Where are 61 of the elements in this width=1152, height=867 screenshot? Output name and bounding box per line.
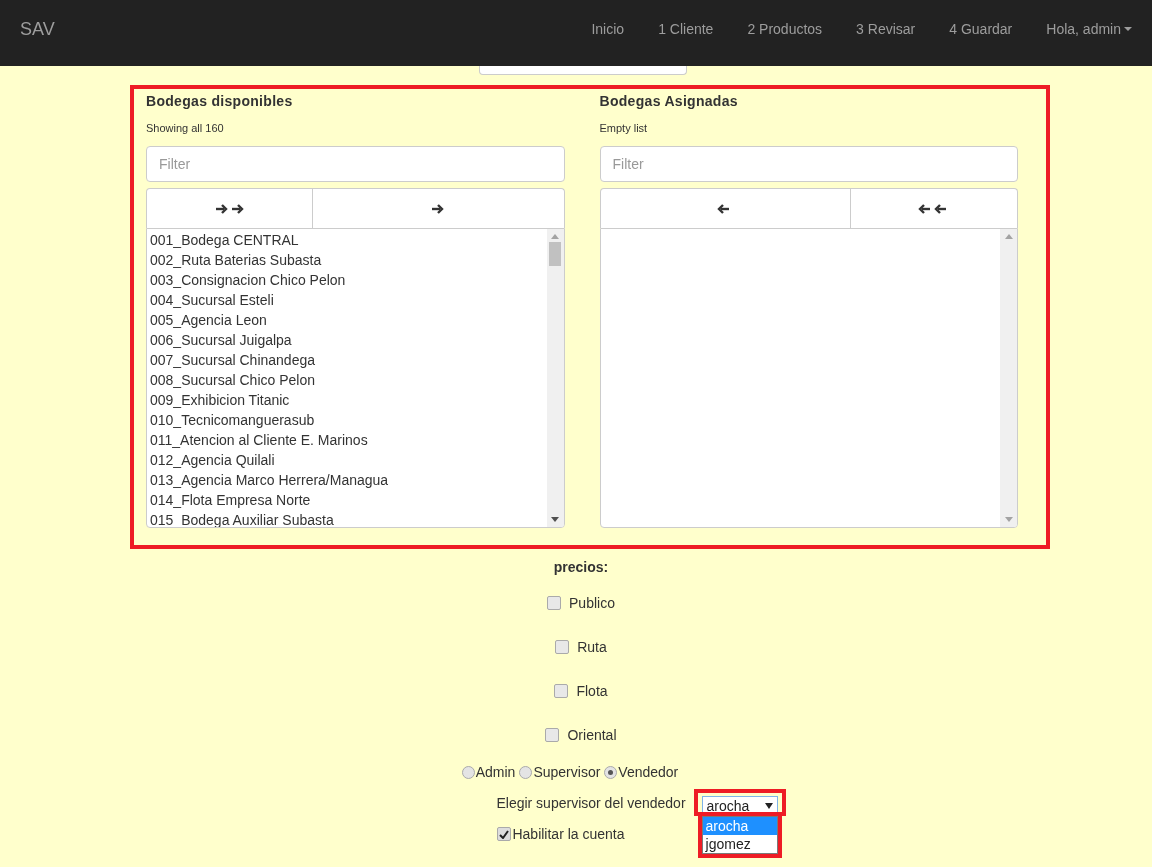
nav-link[interactable]: Inicio (574, 21, 642, 37)
scrollbar-thumb[interactable] (549, 242, 561, 266)
checkbox-label: Oriental (567, 727, 617, 743)
section-title: precios: (553, 559, 609, 577)
scrollbar[interactable] (546, 229, 564, 527)
panel-title: Bodegas Asignadas (599, 93, 739, 111)
checkbox-label: Publico (569, 595, 615, 611)
checkbox-label: Habilitar la cuenta (512, 826, 625, 842)
checkbox[interactable] (554, 684, 569, 698)
nav-link[interactable]: 4 Guardar (932, 21, 1030, 37)
nav-link[interactable]: 2 Productos (730, 21, 840, 37)
radio-label: Supervisor (533, 764, 601, 780)
list-item[interactable]: 002_Ruta Baterias Subasta (150, 250, 544, 270)
double-right-arrow-icon (213, 202, 246, 215)
list-item[interactable]: 013_Agencia Marco Herrera/Managua (150, 470, 544, 490)
radio-label: Admin (475, 764, 516, 780)
scroll-up-arrow-icon[interactable] (1004, 234, 1013, 239)
input-field[interactable] (479, 66, 687, 75)
double-right-arrow-button[interactable] (146, 188, 313, 228)
nav-link[interactable]: 3 Revisar (839, 21, 933, 37)
checkbox-label: Ruta (577, 639, 607, 655)
list-item[interactable]: 009_Exhibicion Titanic (150, 390, 544, 410)
list-item[interactable]: 008_Sucursal Chico Pelon (150, 370, 544, 390)
left-arrow-button[interactable] (599, 188, 851, 228)
radio-button[interactable] (604, 765, 618, 779)
dropdown-option[interactable]: jgomez (702, 835, 777, 853)
list-item[interactable]: 003_Consignacion Chico Pelon (150, 270, 544, 290)
list-status: Empty list (599, 122, 649, 136)
list-item[interactable]: 015_Bodega Auxiliar Subasta (150, 510, 544, 527)
radio-button[interactable] (519, 765, 533, 779)
list-item[interactable]: 010_Tecnicomanguerasub (150, 410, 544, 430)
radio-label: Vendedor (618, 764, 679, 780)
field-label: Elegir supervisor del vendedor (496, 794, 686, 811)
scroll-down-arrow-icon[interactable] (551, 517, 559, 522)
checkbox[interactable] (497, 827, 512, 841)
scrollbar[interactable] (1000, 229, 1017, 527)
nav-link[interactable]: 1 Cliente (641, 21, 731, 37)
list-item[interactable]: 004_Sucursal Esteli (150, 290, 544, 310)
brand-link[interactable]: SAV (20, 18, 55, 40)
filter-field[interactable]: Filter (146, 146, 565, 182)
list-item[interactable]: 006_Sucursal Juigalpa (150, 330, 544, 350)
panel-title: Bodegas disponibles (146, 93, 294, 111)
list-item[interactable]: 005_Agencia Leon (150, 310, 544, 330)
user-menu[interactable]: Hola, admin (1029, 21, 1132, 37)
scroll-up-arrow-icon[interactable] (551, 234, 559, 239)
list-status: Showing all 160 (146, 122, 225, 136)
caret-icon (1124, 26, 1132, 32)
list-item[interactable]: 001_Bodega CENTRAL (150, 230, 544, 250)
double-left-arrow-button[interactable] (850, 188, 1018, 228)
caret-icon (764, 803, 773, 809)
list-item[interactable]: 011_Atencion al Cliente E. Marinos (150, 430, 544, 450)
list-item[interactable]: 014_Flota Empresa Norte (150, 490, 544, 510)
checkbox[interactable] (555, 640, 570, 654)
list-item[interactable]: 007_Sucursal Chinandega (150, 350, 544, 370)
filter-field[interactable]: Filter (599, 146, 1018, 182)
list-item[interactable]: 012_Agencia Quilali (150, 450, 544, 470)
radio-button[interactable] (461, 765, 475, 779)
checkbox[interactable] (545, 728, 560, 742)
checkbox[interactable] (547, 596, 562, 610)
list-box[interactable] (146, 228, 565, 528)
checkbox-label: Flota (576, 683, 608, 699)
